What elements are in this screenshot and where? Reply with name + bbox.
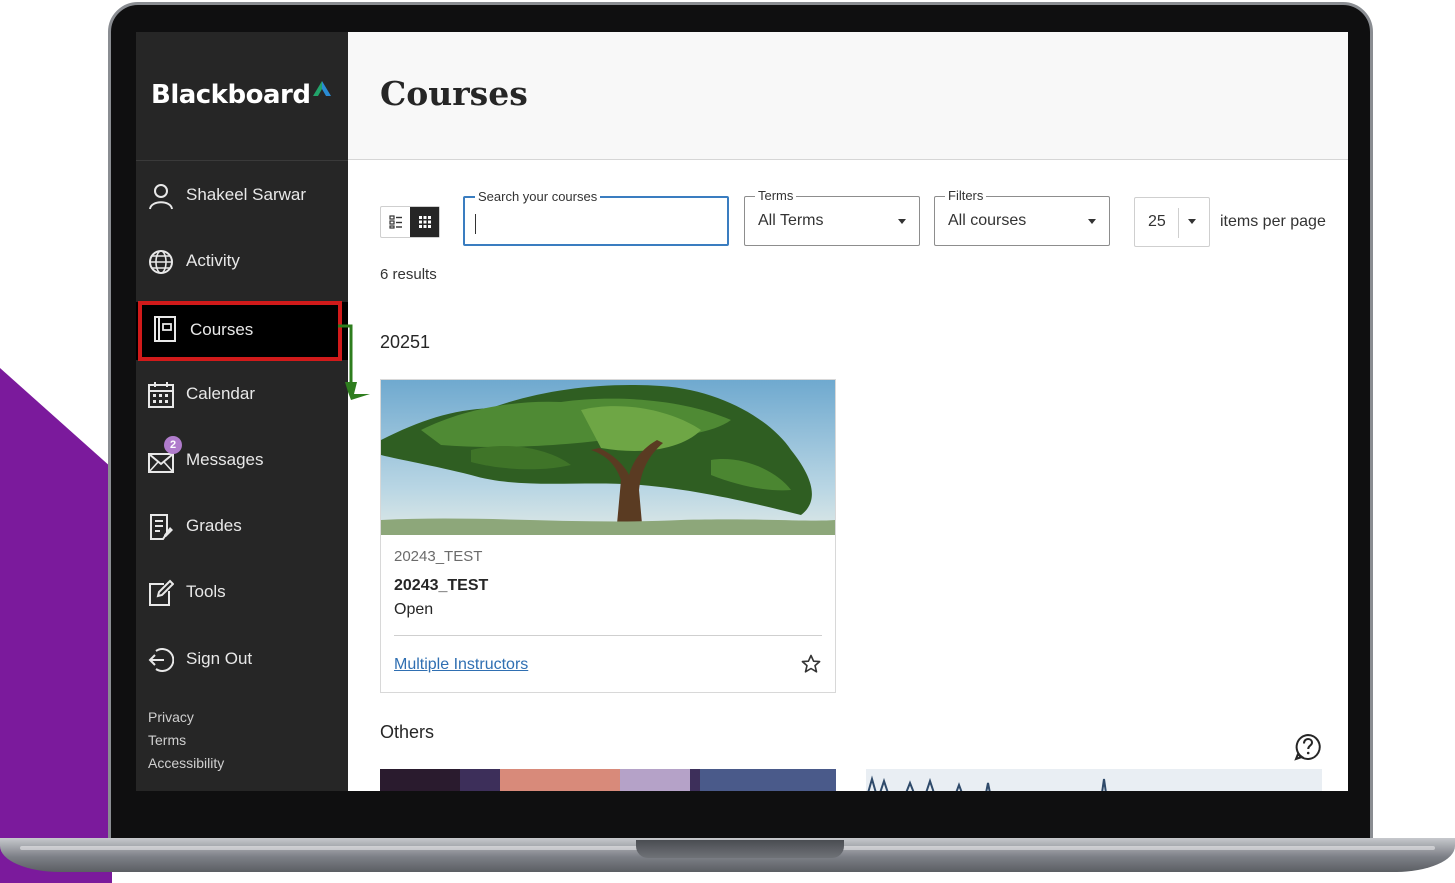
chevron-down-icon (1088, 219, 1096, 224)
search-field-legend: Search your courses (475, 189, 601, 204)
items-per-page-value: 25 (1148, 213, 1166, 230)
favorite-star-icon[interactable] (801, 654, 821, 674)
sidebar-item-label: Messages (186, 450, 264, 469)
course-status: Open (394, 601, 434, 618)
terms-link[interactable]: Terms (148, 729, 224, 752)
terms-select-legend: Terms (755, 188, 797, 203)
sidebar-item-label: Shakeel Sarwar (186, 185, 307, 204)
terms-selected-value: All Terms (758, 212, 824, 229)
terms-select[interactable]: Terms All Terms (744, 188, 920, 246)
sidebar-item-profile[interactable]: Shakeel Sarwar (136, 167, 348, 225)
list-view-icon (388, 215, 402, 229)
sign-out-icon (148, 648, 174, 672)
globe-icon (149, 250, 173, 274)
others-group-heading: Others (380, 722, 435, 742)
chevron-down-icon (898, 219, 906, 224)
grades-icon (150, 514, 173, 540)
course-id: 20243_TEST (394, 548, 483, 565)
course-banner-image (381, 380, 835, 535)
search-input[interactable] (475, 214, 715, 236)
footer-links: Privacy Terms Accessibility (148, 706, 224, 775)
brand-logo[interactable]: Blackboard (151, 80, 332, 110)
card-divider (394, 635, 822, 636)
sidebar-item-sign-out[interactable]: Sign Out (136, 631, 348, 689)
sidebar-item-label: Tools (186, 582, 226, 601)
main-content: Courses Search your courses Terms All Te… (348, 32, 1348, 791)
help-icon[interactable] (1293, 732, 1323, 762)
sidebar-item-label: Activity (186, 251, 240, 270)
user-icon (149, 184, 173, 210)
sidebar-item-label: Calendar (186, 384, 255, 403)
view-mode-toggle (380, 206, 440, 238)
sidebar-item-tools[interactable]: Tools (136, 564, 348, 622)
grid-view-button[interactable] (410, 207, 439, 237)
grid-view-icon (418, 216, 431, 228)
annotation-arrow (338, 324, 370, 400)
privacy-link[interactable]: Privacy (148, 706, 224, 729)
term-group-heading: 20251 (380, 332, 431, 352)
results-count: 6 results (380, 266, 437, 283)
sidebar-item-label: Grades (186, 516, 242, 535)
laptop-notch (636, 840, 844, 858)
messages-count-badge: 2 (164, 436, 182, 454)
sidebar-item-calendar[interactable]: Calendar (136, 366, 348, 424)
filters-select-legend: Filters (945, 188, 987, 203)
brand-mark-icon (313, 81, 332, 96)
course-title[interactable]: 20243_TEST (394, 577, 488, 595)
sidebar: Blackboard Shakeel Sarwar Activity Cours… (136, 32, 348, 791)
sidebar-item-label: Sign Out (186, 649, 253, 668)
items-per-page-select[interactable]: 25 (1134, 197, 1210, 247)
calendar-icon (148, 382, 174, 408)
course-card[interactable]: 20243_TEST 20243_TEST Open Multiple Inst… (380, 379, 836, 693)
sidebar-item-activity[interactable]: Activity (136, 233, 348, 291)
highlight-outline (138, 301, 342, 361)
brand-divider (136, 160, 348, 161)
app-screen: Blackboard Shakeel Sarwar Activity Cours… (136, 32, 1348, 791)
multiple-instructors-link[interactable]: Multiple Instructors (394, 656, 528, 674)
sidebar-item-grades[interactable]: Grades (136, 498, 348, 556)
filters-select[interactable]: Filters All courses (934, 188, 1110, 246)
list-view-button[interactable] (381, 207, 410, 237)
tools-icon (149, 579, 174, 606)
course-card-thumbnail[interactable] (380, 769, 836, 791)
search-courses-field: Search your courses (463, 189, 729, 246)
course-card-thumbnail[interactable] (866, 769, 1322, 791)
chevron-down-icon (1188, 219, 1196, 224)
brand-name: Blackboard (151, 80, 311, 110)
select-divider (1178, 208, 1179, 238)
page-title: Courses (380, 74, 528, 113)
filters-selected-value: All courses (948, 212, 1027, 229)
items-per-page-label: items per page (1220, 213, 1326, 230)
page-header: Courses (348, 32, 1348, 160)
accessibility-link[interactable]: Accessibility (148, 752, 224, 775)
